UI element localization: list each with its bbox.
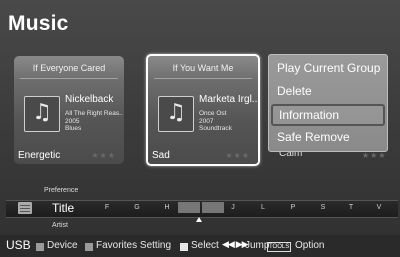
jump-gap [202, 202, 224, 213]
divider [20, 78, 118, 79]
enter-icon [180, 243, 188, 251]
album-art: ♫ [158, 96, 194, 132]
rating-stars: ★★★ [225, 151, 250, 160]
context-menu: Play Current Group Delete Information Sa… [268, 54, 388, 152]
genre: Blues [65, 125, 82, 132]
position-pointer-icon [196, 217, 202, 222]
divider [154, 78, 252, 79]
square-icon [36, 243, 44, 251]
genre: Soundtrack [199, 125, 232, 132]
song-title: If Everyone Cared [32, 63, 106, 73]
select-hint: Select [191, 240, 219, 251]
jump-gap [178, 202, 200, 213]
album-name: Once Ost [199, 110, 227, 117]
page-title: Music [8, 12, 69, 35]
music-screen: Music If Everyone Cared ♫ Nickelback All… [0, 0, 400, 257]
jump-letter[interactable]: T [342, 204, 360, 211]
sort-current[interactable]: Title [52, 201, 74, 215]
device-hint: Device [47, 240, 78, 251]
jump-letter[interactable]: H [158, 204, 176, 211]
menu-item-information[interactable]: Information [271, 104, 385, 126]
song-card-1[interactable]: If Everyone Cared ♫ Nickelback All The R… [14, 56, 124, 164]
jump-letter[interactable]: S [314, 204, 332, 211]
artist-name: Marketa Irgl... [199, 94, 261, 105]
mood-label: Energetic [18, 150, 61, 161]
year: 2005 [65, 117, 80, 125]
year: 2007 [199, 117, 214, 125]
artist-name: Nickelback [65, 94, 114, 105]
jump-letter[interactable]: V [370, 204, 388, 211]
source-label: USB [6, 238, 31, 252]
menu-item-delete[interactable]: Delete [271, 81, 385, 101]
jump-letter[interactable]: G [128, 204, 146, 211]
song-card-2[interactable]: If You Want Me ♫ Marketa Irgl... Once Os… [146, 54, 260, 166]
mood-label: Sad [152, 150, 170, 161]
jump-letter[interactable]: F [98, 204, 116, 211]
album-art: ♫ [24, 96, 60, 132]
song-meta: Once Ost 2007 Soundtrack [199, 110, 232, 133]
rating-stars: ★★★ [362, 151, 387, 160]
sort-artist-label: Artist [52, 222, 68, 229]
menu-item-play-current-group[interactable]: Play Current Group [271, 58, 385, 78]
rewind-forward-icon: ◀◀ ▶▶ [222, 240, 249, 250]
song-meta: All The Right Reas.. 2005 Blues [65, 110, 123, 133]
jump-letter[interactable]: L [254, 204, 272, 211]
music-note-icon: ♫ [32, 100, 52, 125]
tools-icon: TOOLS [267, 242, 292, 252]
sort-preference-label: Preference [44, 187, 79, 194]
option-hint: Option [295, 240, 325, 251]
music-note-icon: ♫ [166, 100, 186, 125]
rating-stars: ★★★ [91, 151, 116, 160]
favorites-hint: Favorites Setting [96, 240, 172, 251]
list-icon [18, 202, 32, 214]
menu-item-safe-remove[interactable]: Safe Remove [271, 127, 385, 147]
square-icon [85, 243, 93, 251]
song-title: If You Want Me [172, 63, 234, 73]
jump-letter[interactable]: J [224, 204, 242, 211]
jump-letter[interactable]: P [284, 204, 302, 211]
jump-hint: Jump [245, 240, 270, 251]
album-name: All The Right Reas.. [65, 110, 123, 117]
